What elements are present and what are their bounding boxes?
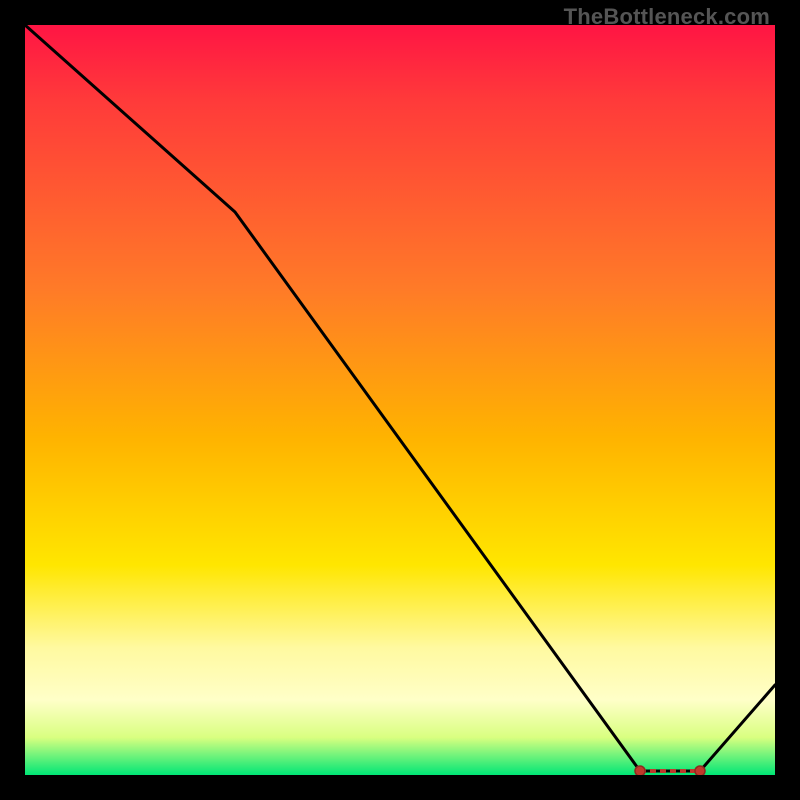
chart-line — [25, 25, 775, 771]
chart-svg — [25, 25, 775, 775]
chart-area — [25, 25, 775, 775]
flat-segment-right-dot — [695, 766, 705, 775]
flat-segment-marker — [635, 766, 705, 775]
flat-segment-left-dot — [635, 766, 645, 775]
watermark-text: TheBottleneck.com — [564, 4, 770, 30]
